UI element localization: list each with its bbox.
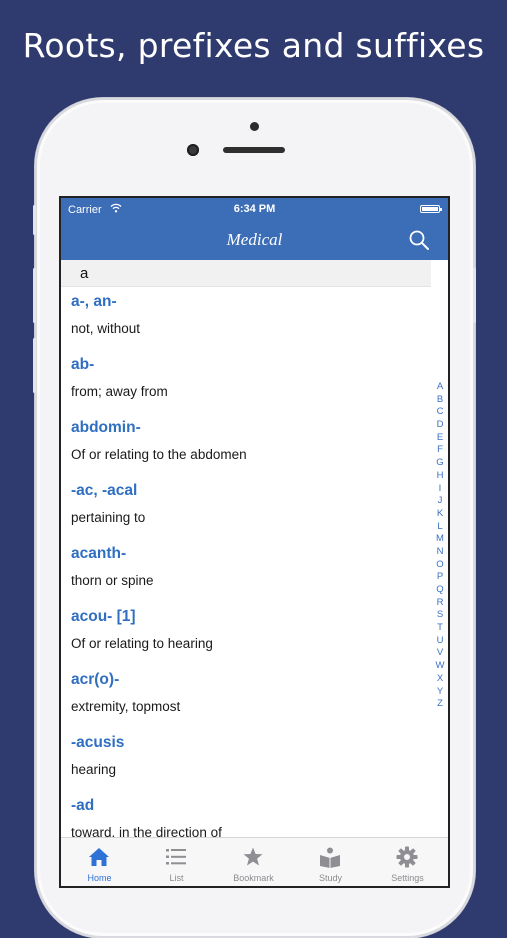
tab-bookmark[interactable]: Bookmark	[215, 838, 292, 886]
list-item[interactable]: abdomin- Of or relating to the abdomen	[61, 412, 431, 475]
index-letter-e[interactable]: E	[433, 432, 447, 445]
index-letter-w[interactable]: W	[433, 660, 447, 673]
promo-headline: Roots, prefixes and suffixes	[22, 26, 485, 65]
entry-term: abdomin-	[71, 419, 141, 436]
section-letter: a	[80, 265, 89, 282]
list-icon	[166, 849, 186, 865]
study-icon	[320, 847, 340, 868]
index-letter-i[interactable]: I	[433, 483, 447, 496]
list-item[interactable]: acr(o)- extremity, topmost	[61, 664, 431, 727]
index-letter-g[interactable]: G	[433, 457, 447, 470]
entry-definition: Of or relating to the abdomen	[71, 447, 247, 462]
entry-definition: not, without	[71, 321, 141, 336]
list-item[interactable]: ab- from; away from	[61, 349, 431, 412]
index-letter-x[interactable]: X	[433, 673, 447, 686]
list-item[interactable]: a-, an- not, without	[61, 286, 431, 349]
tab-home-label: Home	[87, 873, 112, 883]
index-letter-y[interactable]: Y	[433, 686, 447, 699]
status-time: 6:34 PM	[233, 203, 276, 215]
entry-term: -ac, -acal	[71, 482, 138, 499]
tab-settings[interactable]: Settings	[369, 838, 446, 886]
index-letter-d[interactable]: D	[433, 419, 447, 432]
list-item[interactable]: -acusis hearing	[61, 727, 431, 790]
list-item[interactable]: -ac, -acal pertaining to	[61, 475, 431, 538]
entry-definition: from; away from	[71, 384, 168, 399]
index-letter-c[interactable]: C	[433, 406, 447, 419]
index-letter-h[interactable]: H	[433, 470, 447, 483]
entry-list: a-, an- not, without ab- from; away from…	[61, 286, 431, 853]
tab-bar: Home List Bookmark Study Settings	[61, 837, 448, 886]
power-button	[473, 268, 476, 323]
navigation-bar: Carrier 6:34 PM Medical	[61, 198, 448, 260]
battery-icon	[420, 205, 442, 213]
app-screen: Carrier 6:34 PM Medical a a-, an- not, w…	[61, 198, 448, 886]
volume-up-button	[33, 268, 36, 323]
entry-definition: hearing	[71, 762, 117, 777]
index-letter-m[interactable]: M	[433, 533, 447, 546]
tab-study[interactable]: Study	[292, 838, 369, 886]
index-letter-r[interactable]: R	[433, 597, 447, 610]
home-icon	[89, 848, 109, 866]
mute-switch	[33, 205, 36, 235]
entry-definition: thorn or spine	[71, 573, 154, 588]
earpiece-speaker	[223, 147, 285, 153]
entry-term: -acusis	[71, 734, 125, 751]
index-letter-q[interactable]: Q	[433, 584, 447, 597]
index-letter-a[interactable]: A	[433, 381, 447, 394]
front-camera	[250, 122, 259, 131]
tab-settings-label: Settings	[391, 873, 424, 883]
alphabet-index[interactable]: A B C D E F G H I J K L M N O P Q R S T …	[433, 381, 447, 711]
entry-term: acanth-	[71, 545, 127, 562]
entry-term: -ad	[71, 797, 95, 814]
tab-bookmark-label: Bookmark	[233, 873, 274, 883]
index-letter-n[interactable]: N	[433, 546, 447, 559]
entry-definition: pertaining to	[71, 510, 146, 525]
star-icon	[243, 847, 263, 866]
index-letter-j[interactable]: J	[433, 495, 447, 508]
index-letter-k[interactable]: K	[433, 508, 447, 521]
tab-list[interactable]: List	[138, 838, 215, 886]
gear-icon	[396, 846, 418, 868]
index-letter-o[interactable]: O	[433, 559, 447, 572]
search-icon[interactable]	[408, 229, 430, 251]
list-item[interactable]: acou- [1] Of or relating to hearing	[61, 601, 431, 664]
tab-home[interactable]: Home	[61, 838, 138, 886]
index-letter-s[interactable]: S	[433, 609, 447, 622]
entry-definition: Of or relating to hearing	[71, 636, 213, 651]
index-letter-t[interactable]: T	[433, 622, 447, 635]
list-item[interactable]: acanth- thorn or spine	[61, 538, 431, 601]
index-letter-f[interactable]: F	[433, 444, 447, 457]
index-letter-l[interactable]: L	[433, 521, 447, 534]
tab-list-label: List	[169, 873, 184, 883]
entry-term: ab-	[71, 356, 95, 373]
entry-definition: extremity, topmost	[71, 699, 181, 714]
index-letter-b[interactable]: B	[433, 394, 447, 407]
index-letter-z[interactable]: Z	[433, 698, 447, 711]
index-letter-p[interactable]: P	[433, 571, 447, 584]
entry-term: acou- [1]	[71, 608, 136, 625]
tab-study-label: Study	[318, 873, 342, 883]
section-header: a	[61, 260, 431, 287]
nav-title: Medical	[226, 230, 283, 249]
camera-lens	[187, 144, 199, 156]
volume-down-button	[33, 338, 36, 393]
status-bar: Carrier 6:34 PM	[61, 198, 448, 220]
entry-term: acr(o)-	[71, 671, 120, 688]
index-letter-v[interactable]: V	[433, 647, 447, 660]
index-letter-u[interactable]: U	[433, 635, 447, 648]
entry-term: a-, an-	[71, 293, 117, 310]
